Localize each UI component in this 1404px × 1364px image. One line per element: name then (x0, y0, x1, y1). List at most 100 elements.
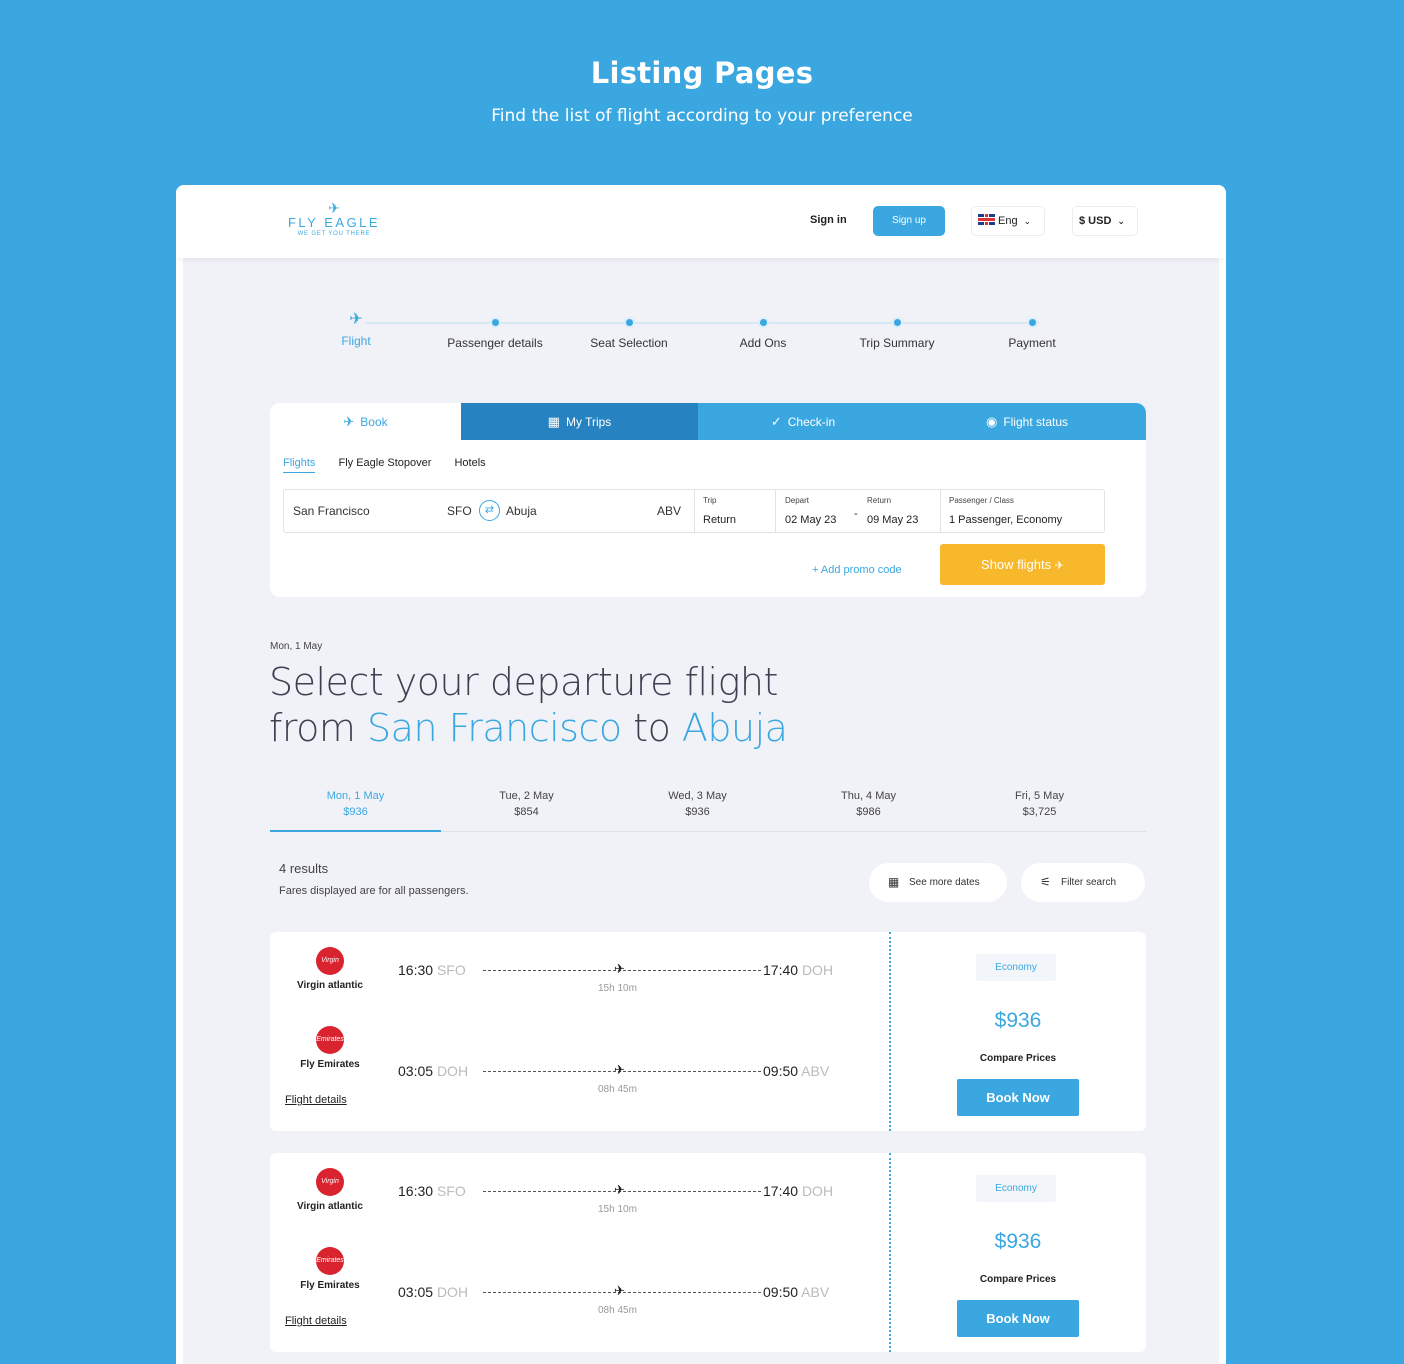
date-tab-price: $936 (343, 806, 368, 818)
trip-select[interactable]: Return (703, 514, 736, 526)
currency-select[interactable]: $ USD ⌄ (1072, 206, 1138, 236)
destination-field[interactable]: Abuja (506, 504, 537, 518)
departure-time: 03:05 DOH (398, 1284, 468, 1300)
dep-code: DOH (436, 1284, 469, 1300)
headline-origin: San Francisco (367, 706, 622, 750)
return-date-field[interactable]: 09 May 23 (867, 514, 918, 526)
filter-search-button[interactable]: ⚟ Filter search (1021, 863, 1145, 902)
step-label: Seat Selection (590, 336, 668, 350)
search-fields: San Francisco SFO ⇄ Abuja ABV Trip Retur… (283, 489, 1105, 533)
calendar-icon: ▦ (888, 875, 900, 889)
step-seat-selection[interactable]: Seat Selection (564, 310, 694, 350)
passenger-label: Passenger / Class (949, 496, 1014, 505)
swap-icon[interactable]: ⇄ (479, 500, 500, 521)
step-trip-summary[interactable]: Trip Summary (832, 310, 962, 350)
language-select[interactable]: Eng ⌄ (971, 206, 1045, 236)
step-dot (623, 317, 635, 328)
tab-check-in[interactable]: ✓ Check-in (698, 403, 908, 440)
date-tab-day: Thu, 4 May (840, 790, 897, 802)
headline-from-word: from (269, 706, 356, 750)
date-tab-4[interactable]: Thu, 4 May $986 (783, 788, 954, 820)
date-tab-2[interactable]: Tue, 2 May $854 (441, 788, 612, 820)
top-navbar: ✈ FLY EAGLE WE GET YOU THERE Sign in Sig… (176, 185, 1226, 258)
tab-label: My Trips (565, 415, 612, 429)
dep-time: 16:30 (398, 1183, 434, 1199)
arr-code: DOH (801, 1183, 834, 1199)
airline-2: Emirates Fly Emirates (285, 1247, 375, 1291)
subtab-flights[interactable]: Flights (283, 457, 316, 473)
headline-destination: Abuja (681, 706, 788, 750)
plane-icon: ✈ (614, 1182, 625, 1197)
dep-time: 03:05 (398, 1284, 434, 1300)
subtab-hotels[interactable]: Hotels (454, 457, 485, 469)
emirates-logo-icon: Emirates (316, 1026, 344, 1054)
step-label: Trip Summary (859, 336, 935, 350)
tab-flight-status[interactable]: ◉ Flight status (908, 403, 1146, 440)
date-tab-day: Tue, 2 May (499, 790, 554, 802)
fares-note: Fares displayed are for all passengers. (279, 885, 469, 897)
passenger-class-field[interactable]: 1 Passenger, Economy (949, 514, 1062, 526)
virgin-atlantic-logo-icon: Virgin (316, 947, 344, 975)
depart-date-field[interactable]: 02 May 23 (785, 514, 836, 526)
plane-icon: ✈ (614, 1283, 625, 1298)
sign-in-link[interactable]: Sign in (810, 214, 847, 226)
step-dot (757, 317, 769, 328)
plane-icon: ✈ (614, 1062, 625, 1077)
add-promo-code-link[interactable]: + Add promo code (812, 564, 902, 576)
virgin-atlantic-logo-icon: Virgin (316, 1168, 344, 1196)
flight-details-link[interactable]: Flight details (285, 1094, 347, 1106)
subtab-stopover[interactable]: Fly Eagle Stopover (338, 457, 431, 469)
see-more-dates-button[interactable]: ▦ See more dates (869, 863, 1007, 902)
departure-time: 03:05 DOH (398, 1063, 468, 1079)
flight-leg-2: 03:05 DOH ✈ 09:50 ABV 08h 45m (398, 1283, 843, 1316)
airline-name: Fly Emirates (300, 1280, 360, 1291)
step-add-ons[interactable]: Add Ons (698, 310, 828, 350)
currency-label: $ USD (1079, 215, 1112, 227)
tab-my-trips[interactable]: ▦ My Trips (461, 403, 698, 440)
flight-leg-2: 03:05 DOH ✈ 09:50 ABV 08h 45m (398, 1062, 843, 1095)
card-divider (889, 1153, 891, 1352)
duration: 15h 10m (598, 983, 637, 994)
origin-field[interactable]: San Francisco (293, 504, 370, 518)
flight-card: Virgin Virgin atlantic Emirates Fly Emir… (270, 932, 1146, 1131)
duration: 15h 10m (598, 1204, 637, 1215)
step-label: Passenger details (447, 336, 543, 350)
departure-time: 16:30 SFO (398, 962, 466, 978)
step-payment[interactable]: Payment (967, 310, 1097, 350)
show-flights-button[interactable]: Show flights ✈ (940, 544, 1105, 585)
plane-icon: ✈ (343, 414, 355, 429)
dep-time: 03:05 (398, 1063, 434, 1079)
step-passenger-details[interactable]: Passenger details (430, 310, 560, 350)
date-tab-3[interactable]: Wed, 3 May $936 (612, 788, 783, 820)
date-tab-5[interactable]: Fri, 5 May $3,725 (954, 788, 1125, 820)
compare-prices[interactable]: Compare Prices (958, 1274, 1078, 1285)
book-now-button[interactable]: Book Now (957, 1300, 1079, 1337)
airline-1: Virgin Virgin atlantic (285, 947, 375, 991)
date-tab-1[interactable]: Mon, 1 May $936 (270, 788, 441, 820)
flight-card: Virgin Virgin atlantic Emirates Fly Emir… (270, 1153, 1146, 1352)
active-date-indicator (270, 830, 441, 832)
book-now-button[interactable]: Book Now (957, 1079, 1079, 1116)
sign-up-button[interactable]: Sign up (873, 206, 945, 236)
search-subtabs: Flights Fly Eagle Stopover Hotels (283, 457, 506, 473)
date-separator: - (854, 508, 858, 520)
arrival-time: 09:50 ABV (763, 1063, 829, 1079)
tab-label: Book (360, 415, 388, 429)
step-dot (891, 317, 903, 328)
arr-code: ABV (801, 1063, 830, 1079)
duration: 08h 45m (598, 1084, 637, 1095)
date-tabs: Mon, 1 May $936 Tue, 2 May $854 Wed, 3 May… (270, 785, 1146, 832)
tab-book[interactable]: ✈ Book (270, 403, 461, 440)
dep-code: DOH (436, 1063, 469, 1079)
tab-label: Check-in (787, 415, 836, 429)
step-flight[interactable]: ✈ Flight (291, 310, 421, 348)
compare-prices[interactable]: Compare Prices (958, 1053, 1078, 1064)
see-more-dates-label: See more dates (909, 877, 980, 888)
date-tab-price: $3,725 (1022, 806, 1057, 818)
origin-code: SFO (447, 504, 472, 518)
flight-details-link[interactable]: Flight details (285, 1315, 347, 1327)
date-tab-price: $936 (685, 806, 710, 818)
fly-eagle-logo[interactable]: ✈ FLY EAGLE WE GET YOU THERE (284, 201, 384, 237)
airline-name: Virgin atlantic (297, 1201, 363, 1212)
page-body: ✈ Flight Passenger details Seat Selectio… (183, 185, 1219, 1364)
